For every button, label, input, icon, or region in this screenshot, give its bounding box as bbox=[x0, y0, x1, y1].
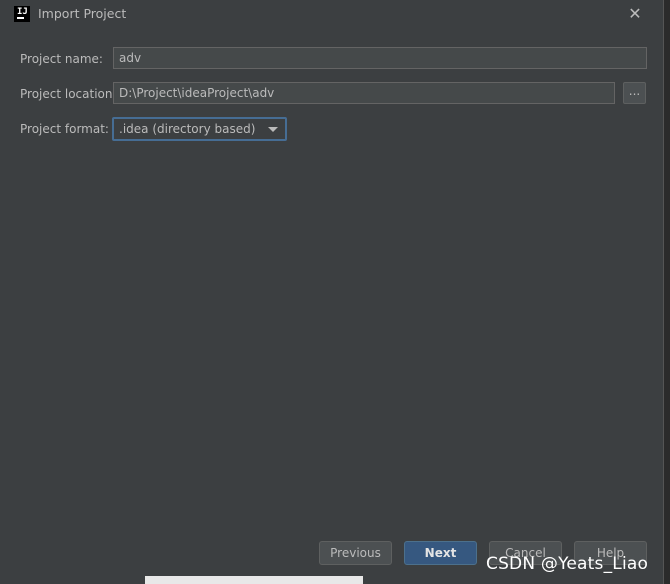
project-location-label: Project location: bbox=[20, 87, 117, 101]
next-button[interactable]: Next bbox=[404, 541, 477, 565]
project-name-input[interactable] bbox=[113, 47, 647, 69]
watermark-text: CSDN @Yeats_Liao bbox=[486, 554, 649, 574]
dialog-title: Import Project bbox=[38, 6, 127, 21]
project-name-label: Project name: bbox=[20, 52, 103, 66]
close-icon[interactable]: ✕ bbox=[625, 4, 645, 24]
previous-button[interactable]: Previous bbox=[319, 541, 392, 565]
chevron-down-icon bbox=[268, 127, 278, 132]
project-format-label: Project format: bbox=[20, 122, 109, 136]
background-window-edge bbox=[145, 576, 363, 584]
project-location-input[interactable] bbox=[113, 82, 615, 104]
browse-button[interactable]: ... bbox=[623, 82, 646, 104]
intellij-logo-icon: IJ bbox=[14, 6, 30, 22]
project-format-select[interactable]: .idea (directory based) bbox=[112, 117, 287, 141]
import-project-dialog: IJ Import Project ✕ Project name: Projec… bbox=[0, 0, 664, 584]
next-button-label: Next bbox=[424, 546, 457, 560]
title-bar: IJ Import Project ✕ bbox=[0, 0, 663, 28]
previous-button-label: Previous bbox=[330, 546, 381, 560]
project-format-value: .idea (directory based) bbox=[119, 122, 256, 136]
